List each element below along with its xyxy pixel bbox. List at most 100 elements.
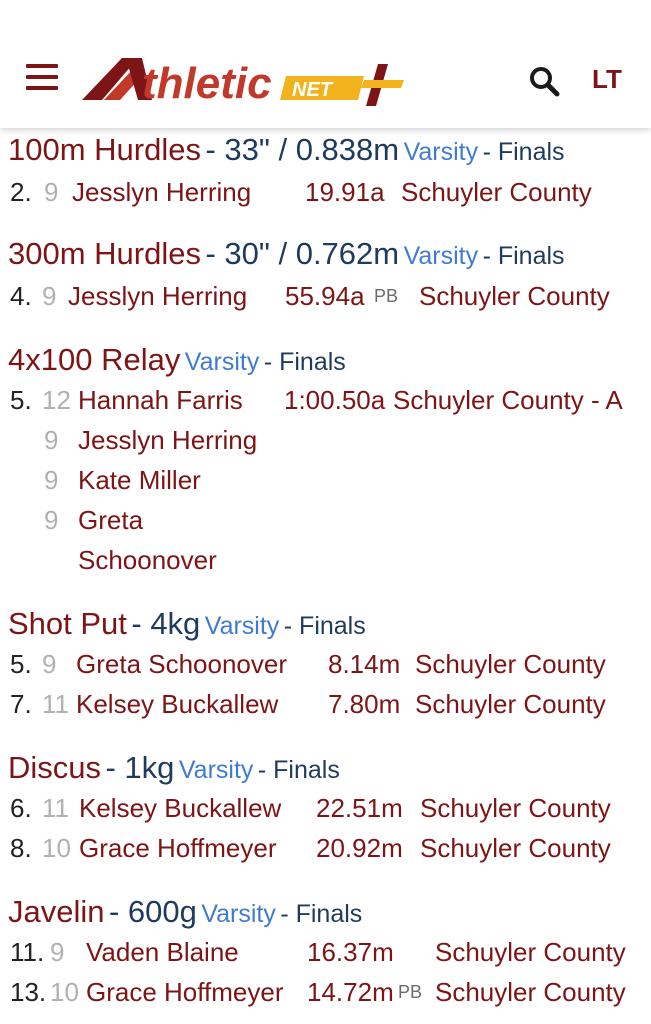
event-name[interactable]: 4x100 Relay <box>8 342 180 377</box>
grade: 11 <box>42 689 69 719</box>
event-name[interactable]: Discus <box>8 750 101 785</box>
event-round-separator: - <box>263 348 280 376</box>
event-level: Varsity <box>204 612 280 640</box>
athlete-name[interactable]: Kelsey Buckallew <box>79 788 281 828</box>
grade: 9 <box>44 505 59 535</box>
pb-badge: PB <box>398 982 423 1002</box>
event-spec: 4kg <box>150 606 201 641</box>
logo-net-text: NET <box>292 79 334 101</box>
team-name[interactable]: Schuyler County - A <box>393 380 623 420</box>
place: 7. <box>10 689 32 719</box>
logo-text: thletic <box>142 59 272 108</box>
search-icon[interactable] <box>527 64 561 98</box>
athlete-name[interactable]: Jesslyn Herring <box>72 172 251 212</box>
result-row[interactable]: 4. 9 Jesslyn Herring 55.94a PB Schuyler … <box>0 276 651 316</box>
event-name[interactable]: Shot Put <box>8 606 127 641</box>
team-name[interactable]: Schuyler County <box>415 644 606 684</box>
result-mark[interactable]: 19.91a <box>305 172 385 212</box>
grade: 9 <box>42 649 57 679</box>
place: 13. <box>10 977 47 1007</box>
results-list: 100m Hurdles - 33" / 0.838m Varsity - Fi… <box>0 128 651 1024</box>
athlete-name[interactable]: Hannah Farris <box>78 380 243 420</box>
event-spec: 1kg <box>124 750 175 785</box>
event-round: Finals <box>273 756 340 784</box>
event-level: Varsity <box>184 348 260 376</box>
event-round-separator: - <box>482 242 498 270</box>
event-name[interactable]: Javelin <box>8 894 105 929</box>
place: 5. <box>10 385 32 415</box>
team-name[interactable]: Schuyler County <box>415 684 606 724</box>
result-mark[interactable]: 20.92m <box>316 828 403 868</box>
event-round: Finals <box>279 348 346 376</box>
result-mark[interactable]: 1:00.50a <box>284 380 385 420</box>
event-title: 300m Hurdles - 30" / 0.762m Varsity - Fi… <box>8 234 565 280</box>
event-round-separator: - <box>283 612 300 640</box>
athlete-name[interactable]: Greta <box>78 500 143 540</box>
result-row[interactable]: 7. 11 Kelsey Buckallew 7.80m Schuyler Co… <box>0 684 651 724</box>
team-name[interactable]: Schuyler County <box>401 172 592 212</box>
result-row[interactable]: 5. 12 Hannah Farris 1:00.50a Schuyler Co… <box>0 380 651 420</box>
grade: 9 <box>50 937 65 967</box>
result-mark[interactable]: 14.72m <box>307 972 394 1012</box>
grade: 9 <box>44 425 59 455</box>
result-mark[interactable]: 55.94a <box>285 276 365 316</box>
grade: 9 <box>44 177 59 207</box>
athlete-name[interactable]: Vaden Blaine <box>86 932 239 972</box>
event-round: Finals <box>299 612 366 640</box>
result-mark[interactable]: 7.80m <box>328 684 400 724</box>
athlete-name[interactable]: Jesslyn Herring <box>68 276 247 316</box>
grade: 10 <box>42 833 71 863</box>
event-spec: 30" / 0.762m <box>224 236 400 271</box>
app-header: thletic NET LT <box>0 0 651 128</box>
relay-leg-row[interactable]: Schoonover <box>0 540 651 580</box>
team-name[interactable]: Schuyler County <box>419 276 610 316</box>
athlete-name-continued[interactable]: Schoonover <box>78 540 217 580</box>
athlete-name[interactable]: Greta Schoonover <box>76 644 287 684</box>
event-separator: - <box>131 606 151 641</box>
pb-badge: PB <box>374 286 399 306</box>
event-spec: 600g <box>127 894 197 929</box>
event-name[interactable]: 300m Hurdles <box>8 236 201 271</box>
place: 5. <box>10 649 32 679</box>
team-name[interactable]: Schuyler County <box>420 828 611 868</box>
result-mark[interactable]: 16.37m <box>307 932 394 972</box>
result-row[interactable]: 13. 10 Grace Hoffmeyer 14.72m PB Schuyle… <box>0 972 651 1012</box>
relay-leg-row[interactable]: 9 Greta <box>0 500 651 540</box>
relay-leg-row[interactable]: 9 Kate Miller <box>0 460 651 500</box>
athlete-name[interactable]: Kelsey Buckallew <box>76 684 278 724</box>
result-mark[interactable]: 22.51m <box>316 788 403 828</box>
result-row[interactable]: 5. 9 Greta Schoonover 8.14m Schuyler Cou… <box>0 644 651 684</box>
grade: 9 <box>44 465 59 495</box>
grade: 12 <box>42 385 71 415</box>
team-name[interactable]: Schuyler County <box>420 788 611 828</box>
event-round: Finals <box>497 242 565 270</box>
event-round-separator: - <box>482 138 498 166</box>
relay-leg-row[interactable]: 9 Jesslyn Herring <box>0 420 651 460</box>
event-level: Varsity <box>178 756 254 784</box>
place: 4. <box>10 281 32 311</box>
event-separator: - <box>205 132 225 167</box>
event-level: Varsity <box>201 900 276 928</box>
athlete-name[interactable]: Grace Hoffmeyer <box>79 828 276 868</box>
place: 6. <box>10 793 32 823</box>
grade: 9 <box>42 281 57 311</box>
language-button[interactable]: LT <box>592 64 622 95</box>
athlete-name[interactable]: Jesslyn Herring <box>78 420 257 460</box>
event-round-separator: - <box>257 756 274 784</box>
event-level: Varsity <box>403 242 479 270</box>
event-separator: - <box>108 894 128 929</box>
result-row[interactable]: 11. 9 Vaden Blaine 16.37m Schuyler Count… <box>0 932 651 972</box>
result-mark[interactable]: 8.14m <box>328 644 400 684</box>
team-name[interactable]: Schuyler County <box>435 932 626 972</box>
grade: 11 <box>42 793 69 823</box>
event-name[interactable]: 100m Hurdles <box>8 132 201 167</box>
team-name[interactable]: Schuyler County <box>435 972 626 1012</box>
result-row[interactable]: 8. 10 Grace Hoffmeyer 20.92m Schuyler Co… <box>0 828 651 868</box>
athlete-name[interactable]: Grace Hoffmeyer <box>86 972 283 1012</box>
athlete-name[interactable]: Kate Miller <box>78 460 201 500</box>
menu-icon[interactable] <box>26 62 60 92</box>
event-separator: - <box>105 750 125 785</box>
result-row[interactable]: 6. 11 Kelsey Buckallew 22.51m Schuyler C… <box>0 788 651 828</box>
result-row[interactable]: 2. 9 Jesslyn Herring 19.91a Schuyler Cou… <box>0 172 651 212</box>
athleticnet-logo[interactable]: thletic NET <box>80 50 410 110</box>
